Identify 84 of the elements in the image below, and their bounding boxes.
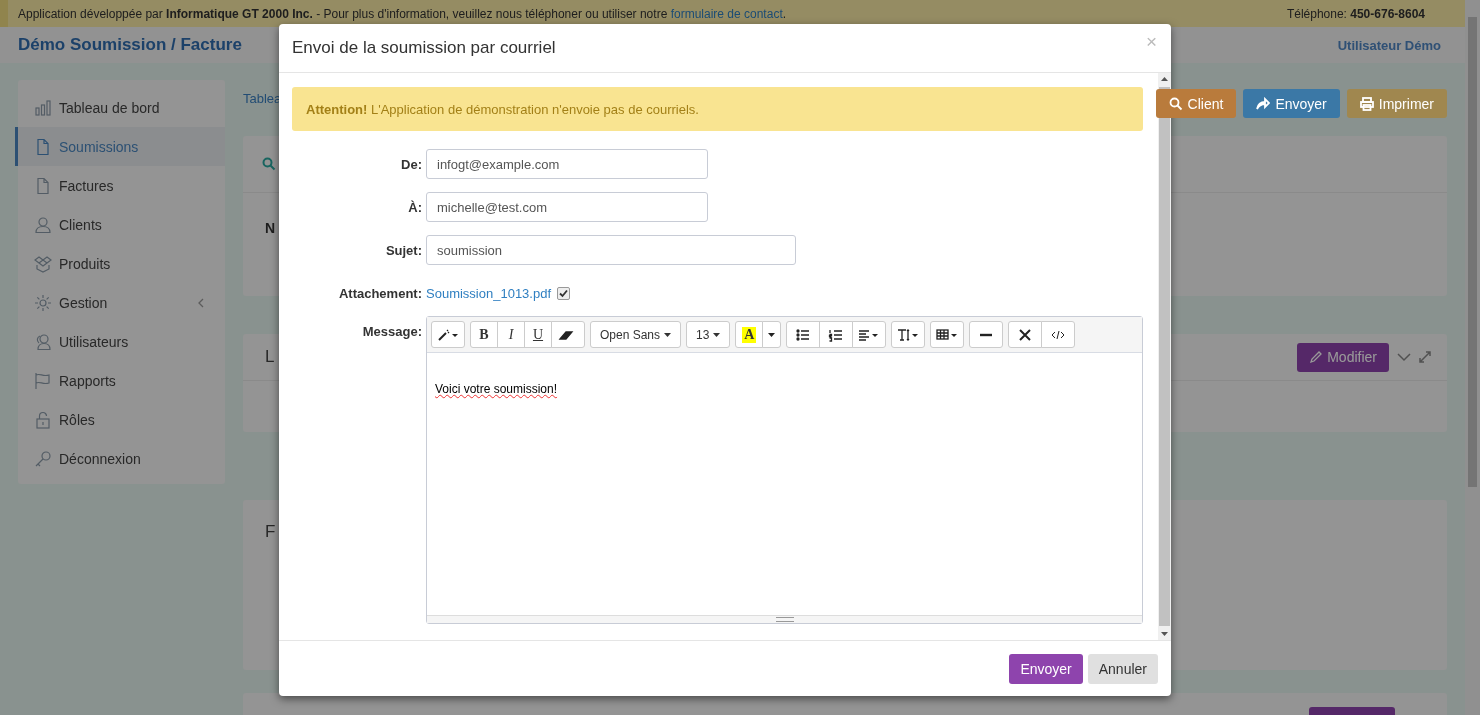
box-icon bbox=[34, 254, 52, 273]
action-button[interactable]: Client bbox=[1155, 89, 1237, 118]
file-icon bbox=[34, 137, 52, 156]
sidebar-item[interactable]: Factures bbox=[18, 166, 225, 205]
fullscreen-button[interactable] bbox=[1008, 321, 1043, 348]
sidebar-item[interactable]: Produits bbox=[18, 244, 225, 283]
field-label: Sujet: bbox=[384, 242, 422, 258]
key-icon bbox=[34, 449, 52, 468]
dialog-title: Envoi de la soumission par courriel bbox=[292, 38, 556, 58]
chart-icon bbox=[34, 98, 52, 117]
field-label: N bbox=[265, 220, 276, 236]
caret-icon bbox=[768, 332, 776, 337]
lock-icon bbox=[34, 410, 52, 429]
panel-title: L bbox=[265, 347, 275, 367]
gear-icon bbox=[34, 293, 52, 312]
table-button[interactable] bbox=[930, 321, 965, 348]
height-icon bbox=[897, 327, 920, 342]
sidebar-item[interactable]: Soumissions bbox=[15, 127, 225, 166]
caret-icon bbox=[664, 332, 672, 337]
input-field[interactable]: michelle@test.com bbox=[426, 192, 708, 222]
field-label: Attachement: bbox=[337, 285, 422, 301]
user-menu[interactable]: Utilisateur Démo bbox=[1337, 37, 1441, 53]
search-icon bbox=[262, 157, 276, 171]
caret-icon bbox=[713, 332, 721, 337]
share-icon bbox=[1256, 96, 1271, 111]
app-title: Démo Soumission / Facture bbox=[18, 35, 242, 55]
sidebar-item[interactable]: Clients bbox=[18, 205, 225, 244]
sidebar-item[interactable]: Rapports bbox=[18, 361, 225, 400]
send-button[interactable]: Envoyer bbox=[1009, 653, 1083, 684]
panel-title: F bbox=[265, 522, 276, 541]
eraser-button[interactable] bbox=[551, 321, 585, 348]
chevron-down-icon[interactable] bbox=[1397, 352, 1411, 362]
caret-button[interactable] bbox=[762, 321, 782, 348]
info-text: Application développée par Informatique GT 2000 Inc. - Pour plus d'information, veuillez nous téléphoner ou utiliser notre formulaire de contact. bbox=[18, 6, 787, 21]
contact-link[interactable]: formulaire de contact bbox=[670, 6, 783, 21]
sidebar-item[interactable]: Gestion bbox=[18, 283, 225, 322]
expand-icon[interactable] bbox=[1419, 351, 1431, 363]
code-button[interactable] bbox=[1041, 321, 1076, 348]
field-label: De: bbox=[400, 156, 422, 172]
ul-button[interactable] bbox=[786, 321, 821, 348]
field-label: Message: bbox=[361, 323, 422, 339]
action-button[interactable]: Envoyer bbox=[1243, 89, 1340, 118]
flag-icon bbox=[34, 371, 52, 390]
height-button[interactable] bbox=[891, 321, 926, 348]
phone-text: Téléphone: 450-676-8604 bbox=[1286, 6, 1425, 21]
style-button[interactable] bbox=[431, 321, 465, 348]
cancel-button[interactable]: Annuler bbox=[1087, 653, 1158, 684]
check-icon bbox=[559, 288, 569, 298]
users-icon bbox=[34, 332, 52, 351]
checkbox[interactable] bbox=[557, 286, 571, 300]
attachment-link[interactable]: Soumission_1013.pdf bbox=[426, 285, 552, 301]
align-icon bbox=[858, 327, 881, 342]
search-icon bbox=[1168, 96, 1183, 111]
underline-button[interactable]: U bbox=[524, 321, 552, 348]
hr-button[interactable] bbox=[969, 321, 1004, 348]
color-button[interactable]: A bbox=[735, 321, 764, 348]
file-icon bbox=[34, 176, 52, 195]
scrollbar[interactable] bbox=[1158, 73, 1171, 640]
resize-handle[interactable] bbox=[427, 615, 1142, 623]
sidebar-item[interactable]: Utilisateurs bbox=[18, 322, 225, 361]
pencil-icon bbox=[1309, 350, 1323, 364]
warning-text: Attention! L'Application de démonstration n'envoie pas de courriels. bbox=[306, 101, 699, 117]
scroll-up-icon[interactable] bbox=[1161, 77, 1168, 81]
field-label: À: bbox=[407, 199, 422, 215]
sidebar-item[interactable]: Tableau de bord bbox=[18, 88, 225, 127]
style-icon bbox=[437, 327, 459, 342]
table-icon bbox=[936, 327, 959, 342]
input-field[interactable]: infogt@example.com bbox=[426, 149, 708, 179]
align-button[interactable] bbox=[852, 321, 887, 348]
dropdown[interactable]: Open Sans bbox=[590, 321, 682, 348]
message-text[interactable]: Voici votre soumission! bbox=[435, 382, 558, 396]
scroll-down-icon[interactable] bbox=[1161, 632, 1168, 636]
dropdown[interactable]: 13 bbox=[686, 321, 731, 348]
modifier-button[interactable]: Modifier bbox=[1297, 342, 1389, 372]
ol-button[interactable] bbox=[819, 321, 854, 348]
printer-icon bbox=[1359, 96, 1374, 111]
sidebar-item[interactable]: Rôles bbox=[18, 400, 225, 439]
input-field[interactable]: soumission bbox=[426, 235, 796, 265]
italic-button[interactable]: I bbox=[497, 321, 525, 348]
scrollbar[interactable] bbox=[1465, 0, 1480, 715]
user-icon bbox=[34, 215, 52, 234]
sidebar-item[interactable]: Déconnexion bbox=[18, 439, 225, 478]
action-button[interactable]: Imprimer bbox=[1346, 89, 1447, 118]
bold-button[interactable]: B bbox=[470, 321, 498, 348]
